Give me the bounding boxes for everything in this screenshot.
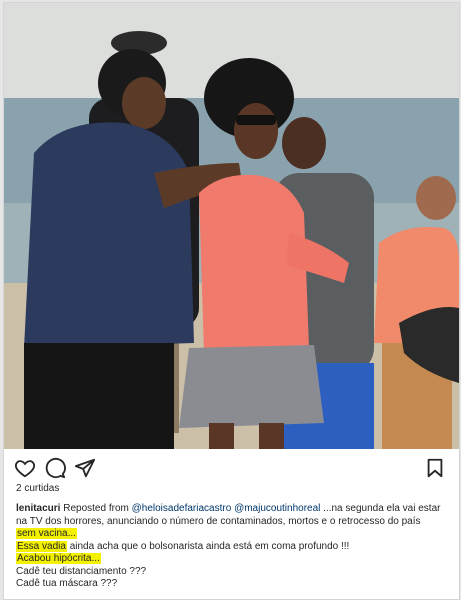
- post-actions-bar: [4, 455, 459, 481]
- post-photo: [4, 3, 459, 449]
- send-icon[interactable]: [74, 457, 96, 479]
- beach-scene-illustration: [4, 3, 459, 449]
- repost-prefix: Reposted from: [63, 503, 129, 514]
- instagram-post: 2 curtidas lenitacuri Reposted from @hel…: [3, 2, 460, 600]
- username[interactable]: lenitacuri: [16, 503, 60, 514]
- caption-line-2: na TV dos horrores, anunciando o número …: [16, 515, 421, 527]
- highlighted-text: Acabou hipócrita...: [16, 553, 101, 564]
- caption-line-3: sem vacina...: [16, 528, 452, 541]
- highlighted-text: Essa vadia: [16, 540, 67, 552]
- comment-icon[interactable]: [44, 457, 66, 479]
- caption-line-1: lenitacuri Reposted from @heloisadefaria…: [16, 503, 452, 516]
- mention-link[interactable]: @majucoutinhoreal: [234, 503, 320, 514]
- heart-icon[interactable]: [14, 457, 36, 479]
- caption-line-6: Cadê teu distanciamento ???: [16, 565, 147, 577]
- caption-line-5: Acabou hipócrita...: [16, 553, 452, 566]
- caption-line-4: Essa vadia ainda acha que o bolsonarista…: [16, 540, 452, 554]
- mention-link[interactable]: @heloisadefariacastro: [132, 503, 232, 514]
- post-caption: lenitacuri Reposted from @heloisadefaria…: [16, 503, 452, 591]
- likes-count[interactable]: 2 curtidas: [16, 483, 59, 494]
- caption-text: ...na segunda ela vai estar: [323, 503, 441, 514]
- highlighted-text: sem vacina...: [16, 528, 77, 539]
- bookmark-icon[interactable]: [424, 457, 446, 479]
- caption-line-7: Cadê tua máscara ???: [16, 578, 118, 589]
- caption-text: ainda acha que o bolsonarista ainda está…: [69, 540, 350, 552]
